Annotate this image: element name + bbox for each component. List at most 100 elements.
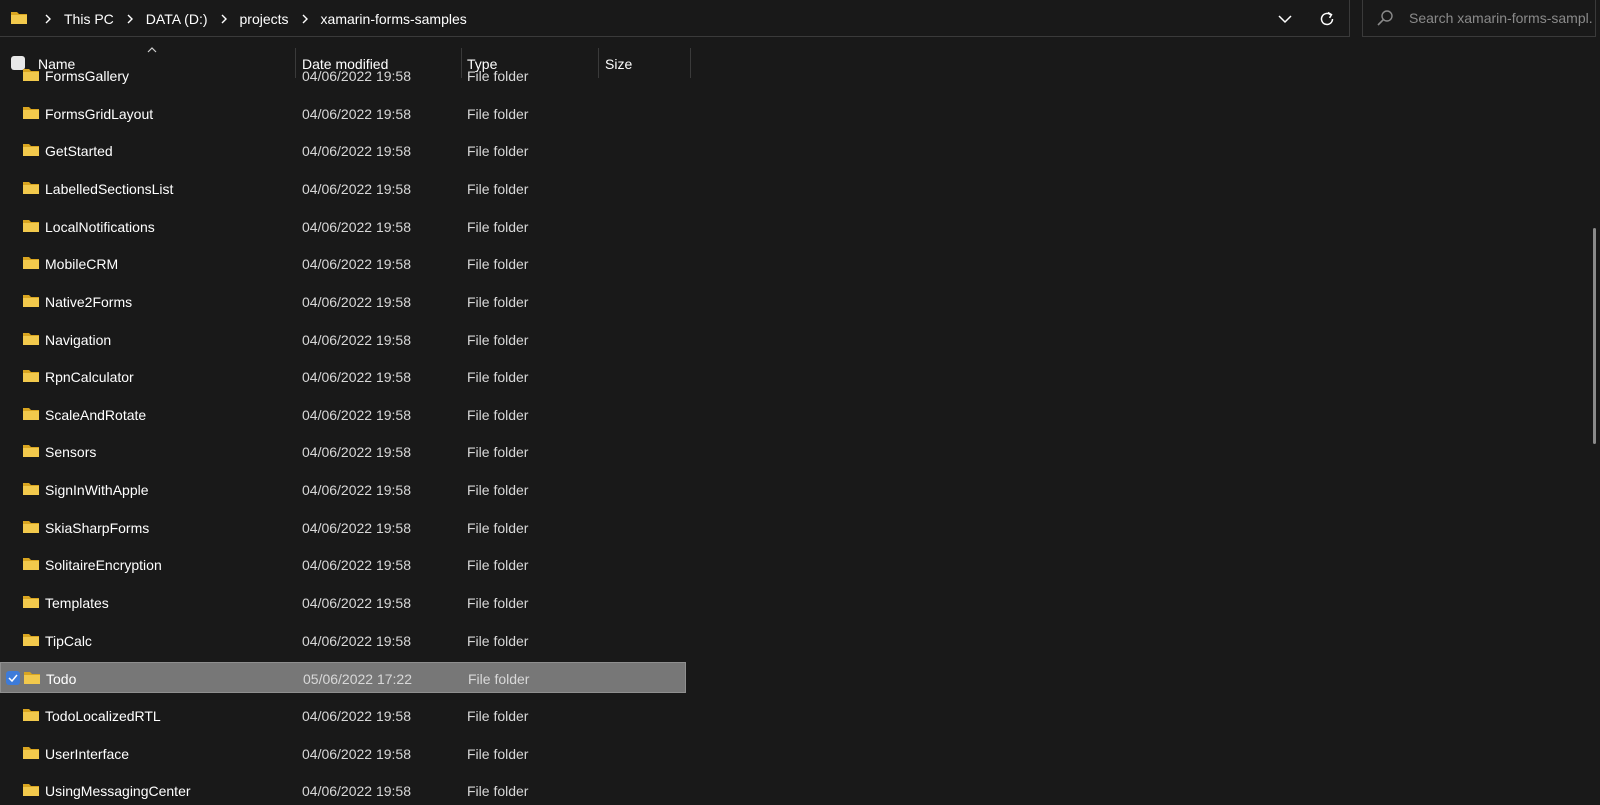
- file-row[interactable]: LabelledSectionsList 04/06/2022 19:58 File…: [0, 173, 686, 204]
- refresh-button[interactable]: [1316, 9, 1338, 29]
- folder-icon: [23, 709, 39, 721]
- column-divider[interactable]: [690, 48, 691, 78]
- file-type: File folder: [467, 595, 529, 611]
- vertical-scrollbar-thumb[interactable]: [1593, 228, 1596, 444]
- file-type: File folder: [467, 746, 529, 762]
- breadcrumb-current-folder[interactable]: xamarin-forms-samples: [317, 11, 471, 27]
- file-name: MobileCRM: [45, 256, 119, 272]
- folder-icon: [23, 107, 39, 119]
- search-icon: [1377, 10, 1393, 26]
- file-row[interactable]: RpnCalculator 04/06/2022 19:58 File folder: [0, 361, 686, 392]
- file-row-selected[interactable]: Todo 05/06/2022 17:22 File folder: [0, 662, 686, 693]
- file-date-modified: 04/06/2022 19:58: [302, 256, 411, 272]
- file-name: TodoLocalizedRTL: [45, 708, 161, 724]
- file-type: File folder: [467, 332, 529, 348]
- file-type: File folder: [467, 557, 529, 573]
- file-date-modified: 04/06/2022 19:58: [302, 520, 411, 536]
- file-date-modified: 04/06/2022 19:58: [302, 595, 411, 611]
- file-row[interactable]: ScaleAndRotate 04/06/2022 19:58 File folde…: [0, 399, 686, 430]
- file-date-modified: 05/06/2022 17:22: [303, 671, 412, 687]
- file-name: Native2Forms: [45, 294, 133, 310]
- file-type: File folder: [467, 520, 529, 536]
- file-name: LabelledSectionsList: [45, 181, 174, 197]
- folder-icon: [23, 596, 39, 608]
- row-checkbox-checked[interactable]: [6, 671, 20, 685]
- address-bar[interactable]: This PC DATA (D:) projects xamarin-forms…: [0, 0, 1350, 37]
- file-date-modified: 04/06/2022 19:58: [302, 106, 411, 122]
- folder-icon: [23, 634, 39, 646]
- file-name: UsingMessagingCenter: [45, 783, 191, 799]
- folder-icon: [23, 784, 39, 796]
- breadcrumb-this-pc[interactable]: This PC: [60, 11, 118, 27]
- file-type: File folder: [467, 294, 529, 310]
- search-input[interactable]: Search xamarin-forms-sampl...: [1409, 10, 1593, 26]
- file-row[interactable]: SkiaSharpForms 04/06/2022 19:58 File folde…: [0, 512, 686, 543]
- file-date-modified: 04/06/2022 19:58: [302, 369, 411, 385]
- chevron-right-icon[interactable]: [216, 11, 232, 27]
- address-history-button[interactable]: [1274, 9, 1296, 29]
- toolbar: This PC DATA (D:) projects xamarin-forms…: [0, 0, 1600, 38]
- folder-icon: [23, 220, 39, 232]
- file-row[interactable]: Navigation 04/06/2022 19:58 File folder: [0, 324, 686, 355]
- file-name: SolitaireEncryption: [45, 557, 162, 573]
- file-row[interactable]: FormsGridLayout 04/06/2022 19:58 File fold…: [0, 98, 686, 129]
- file-type: File folder: [467, 407, 529, 423]
- file-date-modified: 04/06/2022 19:58: [302, 633, 411, 649]
- file-date-modified: 04/06/2022 19:58: [302, 407, 411, 423]
- file-row[interactable]: MobileCRM 04/06/2022 19:58 File folder: [0, 248, 686, 279]
- file-name: Templates: [45, 595, 109, 611]
- file-row[interactable]: UserInterface 04/06/2022 19:58 File folder: [0, 738, 686, 769]
- chevron-right-icon[interactable]: [297, 11, 313, 27]
- file-date-modified: 04/06/2022 19:58: [302, 557, 411, 573]
- file-type: File folder: [467, 482, 529, 498]
- file-row[interactable]: UsingMessagingCenter 04/06/2022 19:58 File…: [0, 775, 686, 805]
- file-date-modified: 04/06/2022 19:58: [302, 783, 411, 799]
- file-date-modified: 04/06/2022 19:58: [302, 482, 411, 498]
- folder-icon: [24, 672, 40, 684]
- folder-icon: [23, 483, 39, 495]
- file-name: ScaleAndRotate: [45, 407, 147, 423]
- folder-icon: [23, 445, 39, 457]
- file-name: GetStarted: [45, 143, 113, 159]
- file-name: Navigation: [45, 332, 112, 348]
- file-list: FormsGallery 04/06/2022 19:58 File folder F…: [0, 62, 690, 805]
- file-row[interactable]: FormsGallery 04/06/2022 19:58 File folder: [0, 62, 686, 91]
- file-date-modified: 04/06/2022 19:58: [302, 68, 411, 84]
- chevron-right-icon[interactable]: [40, 11, 56, 27]
- file-row[interactable]: GetStarted 04/06/2022 19:58 File folder: [0, 135, 686, 166]
- file-row[interactable]: TipCalc 04/06/2022 19:58 File folder: [0, 625, 686, 656]
- folder-icon: [23, 257, 39, 269]
- file-type: File folder: [467, 181, 529, 197]
- file-row[interactable]: SolitaireEncryption 04/06/2022 19:58 File …: [0, 549, 686, 580]
- folder-icon: [23, 521, 39, 533]
- search-box[interactable]: Search xamarin-forms-sampl...: [1362, 0, 1596, 37]
- chevron-right-icon[interactable]: [122, 11, 138, 27]
- file-type: File folder: [467, 219, 529, 235]
- file-row[interactable]: SignInWithApple 04/06/2022 19:58 File fold…: [0, 474, 686, 505]
- file-row[interactable]: Native2Forms 04/06/2022 19:58 File folder: [0, 286, 686, 317]
- file-row[interactable]: Sensors 04/06/2022 19:58 File folder: [0, 436, 686, 467]
- file-row[interactable]: Templates 04/06/2022 19:58 File folder: [0, 587, 686, 618]
- chevron-down-icon: [1278, 15, 1292, 24]
- refresh-icon: [1320, 11, 1334, 26]
- file-type: File folder: [467, 68, 529, 84]
- file-type: File folder: [468, 671, 530, 687]
- file-name: RpnCalculator: [45, 369, 134, 385]
- file-name: TipCalc: [45, 633, 92, 649]
- file-row[interactable]: LocalNotifications 04/06/2022 19:58 File f…: [0, 211, 686, 242]
- file-date-modified: 04/06/2022 19:58: [302, 219, 411, 235]
- file-row[interactable]: TodoLocalizedRTL 04/06/2022 19:58 File fol…: [0, 700, 686, 731]
- breadcrumb-projects[interactable]: projects: [236, 11, 293, 27]
- breadcrumb: This PC DATA (D:) projects xamarin-forms…: [36, 0, 471, 37]
- file-type: File folder: [467, 444, 529, 460]
- file-date-modified: 04/06/2022 19:58: [302, 294, 411, 310]
- folder-icon: [11, 12, 27, 24]
- file-name: SkiaSharpForms: [45, 520, 150, 536]
- folder-icon: [23, 69, 39, 81]
- file-type: File folder: [467, 708, 529, 724]
- file-name: LocalNotifications: [45, 219, 155, 235]
- file-date-modified: 04/06/2022 19:58: [302, 143, 411, 159]
- file-type: File folder: [467, 256, 529, 272]
- breadcrumb-data-drive[interactable]: DATA (D:): [142, 11, 212, 27]
- file-name: Sensors: [45, 444, 97, 460]
